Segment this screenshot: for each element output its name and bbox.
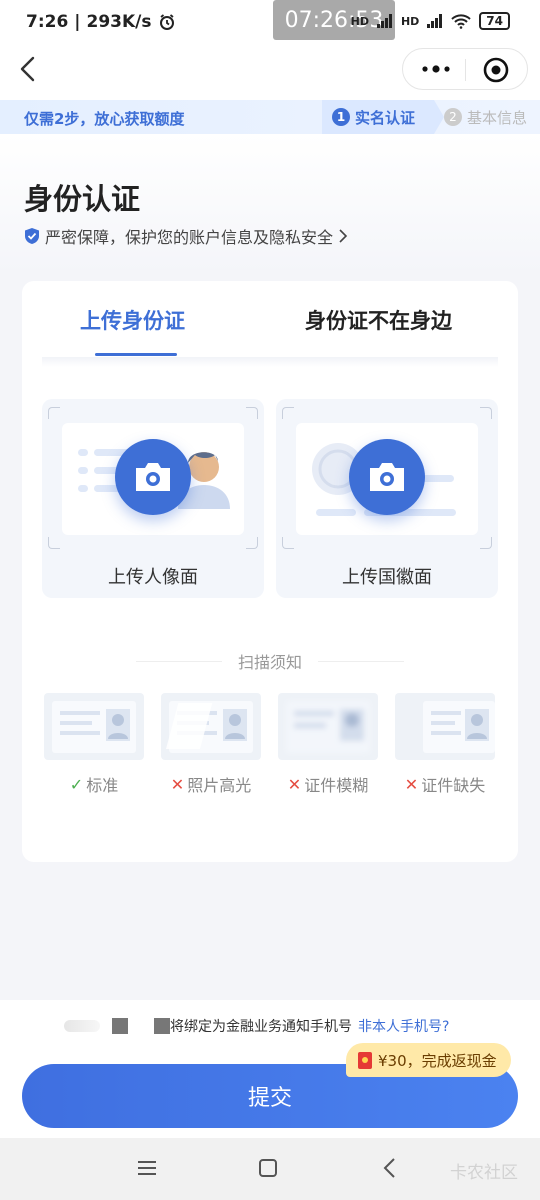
red-envelope-icon <box>358 1051 372 1069</box>
sample-blurry-image <box>278 693 378 760</box>
frame-corner <box>48 407 60 419</box>
sample-glare-image <box>161 693 261 760</box>
frame-corner <box>246 407 258 419</box>
masked-block <box>112 1018 128 1034</box>
frame-corner <box>480 537 492 549</box>
steps-tip: 仅需2步，放心获取额度 <box>24 110 185 128</box>
camera-button-portrait[interactable] <box>115 439 191 515</box>
scan-notice-title: 扫描须知 <box>237 653 302 672</box>
upload-emblem-side[interactable]: 上传国徽面 <box>276 399 498 598</box>
network-speed: 293K/s <box>86 12 152 32</box>
sample-missing: ✕ 证件缺失 <box>395 693 495 796</box>
step2-label: 基本信息 <box>467 108 528 127</box>
signal-icon <box>376 14 392 28</box>
alarm-icon <box>159 14 174 30</box>
sample-missing-image <box>395 693 495 760</box>
scan-samples: ✓ 标准 ✕ 照片高光 ✕ 证件模糊 ✕ 证件缺失 <box>44 693 500 796</box>
capsule-divider <box>465 59 466 81</box>
mini-program-capsule <box>402 48 528 90</box>
chevron-left-icon[interactable] <box>14 54 44 84</box>
nav-bar <box>0 44 540 100</box>
masked-phone-number <box>64 1020 100 1032</box>
frame-corner <box>480 407 492 419</box>
step1-arrow <box>434 100 444 134</box>
security-link[interactable]: 严密保障，保护您的账户信息及隐私安全 <box>24 224 348 248</box>
frame-corner <box>282 407 294 419</box>
step2-number: 2 <box>444 108 462 126</box>
check-icon: ✓ <box>69 774 84 794</box>
status-left: 7:26 | 293K/s <box>26 12 176 32</box>
sample-blurry: ✕ 证件模糊 <box>278 693 378 796</box>
frame-corner <box>246 537 258 549</box>
sample-label: 照片高光 <box>187 776 252 795</box>
status-time: 7:26 <box>26 12 69 32</box>
menu-icon[interactable] <box>136 1158 158 1178</box>
sample-glare: ✕ 照片高光 <box>161 693 261 796</box>
step1-label: 实名认证 <box>355 108 416 127</box>
shield-check-icon <box>25 228 39 244</box>
wifi-icon <box>451 14 471 29</box>
step1-number: 1 <box>332 108 350 126</box>
not-my-phone-link[interactable]: 非本人手机号? <box>358 1016 449 1036</box>
camera-button-emblem[interactable] <box>349 439 425 515</box>
upload-emblem-label: 上传国徽面 <box>342 567 432 588</box>
upload-tabs: 上传身份证 身份证不在身边 <box>22 281 518 359</box>
scan-divider-right <box>318 661 404 662</box>
step-real-name: 1 实名认证 <box>322 100 434 134</box>
sample-label: 证件模糊 <box>304 776 369 795</box>
upload-portrait-side[interactable]: 上传人像面 <box>42 399 264 598</box>
id-upload-card: 上传身份证 身份证不在身边 上传人像面 上传国徽面 扫描须知 ✓ 标准 ✕ 照片… <box>22 281 518 862</box>
sample-label: 证件缺失 <box>421 776 486 795</box>
camera-icon <box>136 463 170 491</box>
cross-icon: ✕ <box>170 774 185 794</box>
page-title: 身份认证 <box>24 182 141 216</box>
more-dots-icon[interactable] <box>419 57 453 81</box>
cashback-badge: ¥30，完成返现金 <box>346 1043 511 1077</box>
back-triangle-icon[interactable] <box>380 1156 400 1180</box>
frame-corner <box>48 537 60 549</box>
steps-banner: 仅需2步，放心获取额度 1 实名认证 2 基本信息 <box>0 100 540 134</box>
cashback-text: ¥30，完成返现金 <box>378 1051 497 1070</box>
target-close-icon[interactable] <box>483 57 509 83</box>
phone-notice: 将绑定为金融业务通知手机号 非本人手机号? <box>64 1016 449 1036</box>
camera-icon <box>370 463 404 491</box>
system-nav-bar: 卡农社区 <box>0 1138 540 1200</box>
chevron-right-icon <box>339 229 348 243</box>
status-right: HD HD 74 <box>351 12 510 30</box>
security-text: 严密保障，保护您的账户信息及隐私安全 <box>45 228 334 247</box>
sample-standard: ✓ 标准 <box>44 693 144 796</box>
cross-icon: ✕ <box>404 774 419 794</box>
home-icon[interactable] <box>259 1159 277 1177</box>
tab-id-not-present[interactable]: 身份证不在身边 <box>305 305 452 335</box>
masked-block <box>154 1018 170 1034</box>
battery-indicator: 74 <box>479 12 510 30</box>
status-bar: 7:26 | 293K/s 07:26:53 HD HD 74 <box>0 0 540 44</box>
sample-standard-image <box>44 693 144 760</box>
tab-upload-id[interactable]: 上传身份证 <box>80 305 185 335</box>
watermark: 卡农社区 <box>450 1163 518 1183</box>
tab-shadow <box>42 357 498 367</box>
hd-label-2: HD <box>400 14 420 28</box>
phone-notice-text: 将绑定为金融业务通知手机号 <box>170 1019 352 1035</box>
sample-label: 标准 <box>86 776 119 795</box>
cross-icon: ✕ <box>287 774 302 794</box>
upload-portrait-label: 上传人像面 <box>108 567 198 588</box>
hd-label-1: HD <box>350 14 369 28</box>
bottom-action-area: 将绑定为金融业务通知手机号 非本人手机号? ¥30，完成返现金 提交 <box>0 1000 540 1138</box>
step-basic-info: 2 基本信息 <box>444 100 527 134</box>
signal-icon-2 <box>427 14 443 28</box>
tab-active-underline <box>95 353 177 356</box>
frame-corner <box>282 537 294 549</box>
